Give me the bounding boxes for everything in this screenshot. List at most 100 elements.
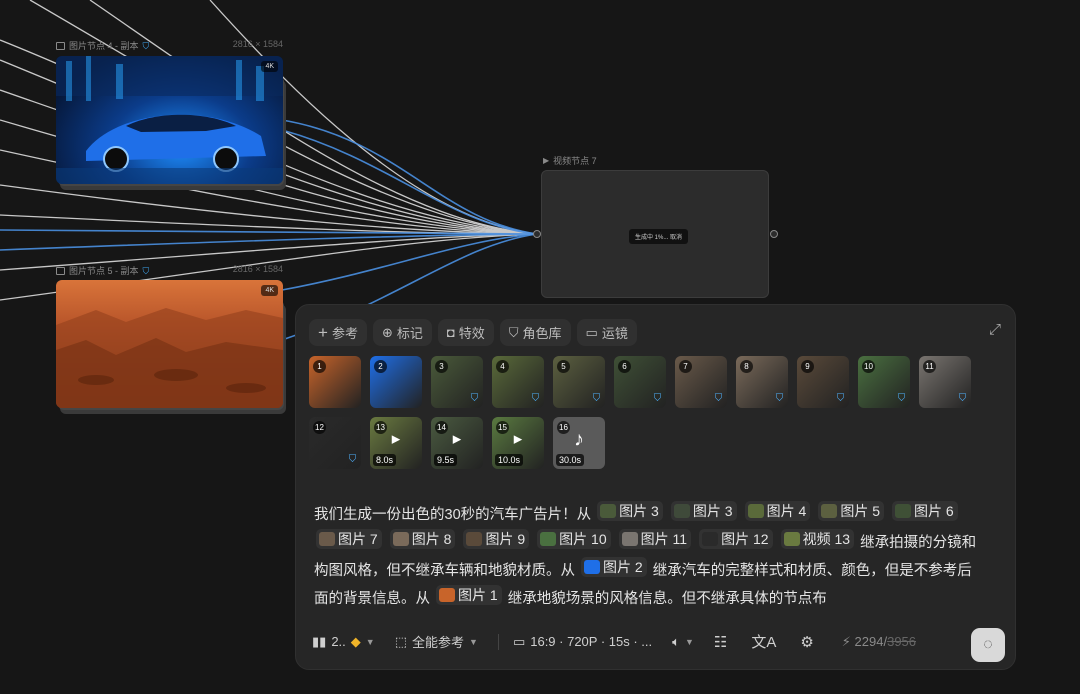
ref-chip[interactable]: 图片 1 bbox=[436, 585, 502, 605]
zoom-chip[interactable]: 4K bbox=[261, 285, 278, 296]
notes-icon[interactable]: ☷ bbox=[714, 633, 727, 651]
reference-thumbnail[interactable]: 5 ⛉ bbox=[553, 356, 605, 408]
reference-thumbnails: 1 2 3 ⛉ 4 ⛉ 5 ⛉ 6 ⛉ 7 ⛉ 8 ⛉ 9 ⛉ 10 ⛉ 11 ⛉ 12 ⛉ 13 ▶ 8.0s 14 ▶ 9.5s 1… bbox=[309, 356, 999, 469]
camera-icon: ◘ bbox=[446, 325, 455, 340]
spec-select[interactable]: ▭ 16:9 · 720P · 15s · ... bbox=[513, 634, 652, 650]
ref-chip[interactable]: 图片 4 bbox=[744, 501, 811, 521]
ref-chip[interactable]: 视频 13 bbox=[780, 529, 855, 549]
translate-icon[interactable]: 文A bbox=[751, 631, 776, 652]
thumbnail-index: 3 bbox=[435, 360, 448, 373]
ref-chip[interactable]: 图片 5 bbox=[818, 501, 885, 521]
mark-icon: ⊕ bbox=[381, 324, 393, 340]
music-note-icon: ♪ bbox=[574, 428, 584, 451]
ref-chip[interactable]: 图片 6 bbox=[892, 501, 958, 521]
reference-thumbnail[interactable]: 4 ⛉ bbox=[492, 356, 544, 408]
speaker-icon: 🔈︎ bbox=[672, 633, 680, 649]
shield-icon: ⛉ bbox=[714, 393, 723, 404]
shield-icon: ⛉ bbox=[348, 454, 357, 465]
image-node-5-dims: 2816 × 1584 bbox=[232, 264, 283, 274]
ref-chip[interactable]: 图片 10 bbox=[537, 529, 611, 549]
thumbnail-index: 16 bbox=[557, 421, 570, 434]
ref-chip[interactable]: 图片 3 bbox=[670, 501, 737, 521]
shield-icon: ⛉ bbox=[836, 393, 845, 404]
output-port[interactable] bbox=[770, 230, 778, 238]
thumbnail-index: 5 bbox=[557, 360, 570, 373]
bar-chart-icon: ▮▮ bbox=[312, 633, 327, 649]
desert-landscape-image bbox=[56, 308, 283, 408]
send-button[interactable]: ◌ bbox=[971, 628, 1005, 662]
play-icon: ▶ bbox=[391, 433, 401, 446]
prompt-text[interactable]: 我们生成一份出色的30秒的汽车广告片！从 图片 3 图片 3 图片 4 图片 5… bbox=[314, 501, 984, 613]
bottom-bar: ▮▮ 2.. ◆ ▼ ⬚ 全能参考 ▼ ▭ 16:9 · 720P · 15s … bbox=[312, 631, 916, 652]
reference-thumbnail[interactable]: 2 bbox=[370, 356, 422, 408]
ref-chip[interactable]: 图片 7 bbox=[316, 529, 382, 549]
reference-thumbnail[interactable]: 15 ▶ 10.0s bbox=[492, 417, 544, 469]
chevron-down-icon: ▼ bbox=[469, 636, 478, 647]
image-node-5[interactable]: 4K bbox=[56, 280, 283, 408]
video-node-7-title: 视频节点 7 bbox=[553, 156, 597, 166]
shield-icon: ⛉ bbox=[531, 393, 540, 404]
ref-chip[interactable]: 图片 2 bbox=[581, 557, 647, 577]
reference-thumbnail[interactable]: 1 bbox=[309, 356, 361, 408]
ref-chip[interactable]: 图片 11 bbox=[618, 529, 692, 549]
shield-icon: ⛉ bbox=[653, 393, 662, 404]
image-node-4-dims: 2816 × 1584 bbox=[232, 39, 283, 49]
thumbnail-index: 10 bbox=[862, 360, 875, 373]
aspect-ratio-icon: ▭ bbox=[512, 633, 526, 649]
audio-select[interactable]: 🔈︎ ▼ bbox=[672, 634, 694, 650]
input-port[interactable] bbox=[533, 230, 541, 238]
reference-thumbnail[interactable]: 13 ▶ 8.0s bbox=[370, 417, 422, 469]
loading-icon: ◌ bbox=[983, 636, 993, 653]
ref-chip[interactable]: 图片 12 bbox=[699, 529, 773, 549]
image-node-4[interactable]: 4K bbox=[56, 56, 283, 184]
image-node-4-title: 图片节点 4 - 副本 bbox=[69, 41, 139, 51]
settings-sliders-icon[interactable]: ⚙ bbox=[800, 633, 813, 651]
reference-thumbnail[interactable]: 11 ⛉ bbox=[919, 356, 971, 408]
reference-thumbnail[interactable]: 9 ⛉ bbox=[797, 356, 849, 408]
reference-thumbnail[interactable]: 6 ⛉ bbox=[614, 356, 666, 408]
expand-icon[interactable]: ⤢ bbox=[989, 321, 1001, 338]
play-icon: ▶ bbox=[452, 433, 462, 446]
reference-thumbnail[interactable]: 14 ▶ 9.5s bbox=[431, 417, 483, 469]
reference-thumbnail[interactable]: 16 ♪ 30.0s bbox=[553, 417, 605, 469]
shield-icon: ⛉ bbox=[775, 393, 784, 404]
chevron-down-icon: ▼ bbox=[365, 636, 375, 647]
image-node-4-header: 图片节点 4 - 副本 ⛉ 2816 × 1584 bbox=[56, 39, 283, 52]
duration-label: 30.0s bbox=[556, 454, 585, 466]
image-node-5-header: 图片节点 5 - 副本 ⛉ 2816 × 1584 bbox=[56, 264, 283, 277]
play-icon: ▶ bbox=[543, 156, 550, 165]
thumbnail-index: 12 bbox=[313, 421, 326, 434]
gem-icon: ◆ bbox=[350, 633, 361, 649]
reference-thumbnail[interactable]: 8 ⛉ bbox=[736, 356, 788, 408]
mark-button[interactable]: ⊕ 标记 bbox=[372, 319, 432, 346]
duration-label: 10.0s bbox=[495, 454, 524, 466]
reference-thumbnail[interactable]: 10 ⛉ bbox=[858, 356, 910, 408]
thumbnail-index: 2 bbox=[374, 360, 387, 373]
ref-chip[interactable]: 图片 9 bbox=[463, 529, 530, 549]
reference-thumbnail[interactable]: 3 ⛉ bbox=[431, 356, 483, 408]
reference-thumbnail[interactable]: 7 ⛉ bbox=[675, 356, 727, 408]
image-icon bbox=[56, 41, 65, 50]
add-reference-button[interactable]: + 参考 bbox=[309, 319, 367, 346]
model-select[interactable]: ▮▮ 2.. ◆ ▼ bbox=[312, 634, 375, 650]
generation-status[interactable]: 生成中 1%... 取消 bbox=[629, 229, 689, 244]
credits: ⚡ 2294/3956 bbox=[841, 633, 917, 649]
character-library-button[interactable]: ⛉ 角色库 bbox=[499, 319, 571, 346]
duration-label: 9.5s bbox=[434, 454, 458, 466]
camera-move-button[interactable]: ▭ 运镜 bbox=[576, 319, 637, 346]
image-node-5-title: 图片节点 5 - 副本 bbox=[69, 266, 139, 276]
ref-chip[interactable]: 图片 3 bbox=[597, 501, 663, 521]
thumbnail-index: 11 bbox=[923, 360, 936, 373]
thumbnail-index: 1 bbox=[313, 360, 326, 373]
plus-icon: + bbox=[318, 322, 328, 342]
effects-button[interactable]: ◘ 特效 bbox=[437, 319, 494, 346]
video-camera-icon: ▭ bbox=[585, 324, 598, 340]
reference-mode-select[interactable]: ⬚ 全能参考 ▼ bbox=[395, 632, 478, 651]
image-icon bbox=[56, 266, 65, 275]
video-node-7[interactable]: 生成中 1%... 取消 bbox=[541, 170, 769, 298]
chevron-down-icon: ▼ bbox=[684, 636, 694, 647]
zoom-chip[interactable]: 4K bbox=[261, 61, 278, 72]
reference-thumbnail[interactable]: 12 ⛉ bbox=[309, 417, 361, 469]
ref-chip[interactable]: 图片 8 bbox=[389, 529, 456, 549]
bolt-icon: ⚡ bbox=[841, 633, 851, 649]
